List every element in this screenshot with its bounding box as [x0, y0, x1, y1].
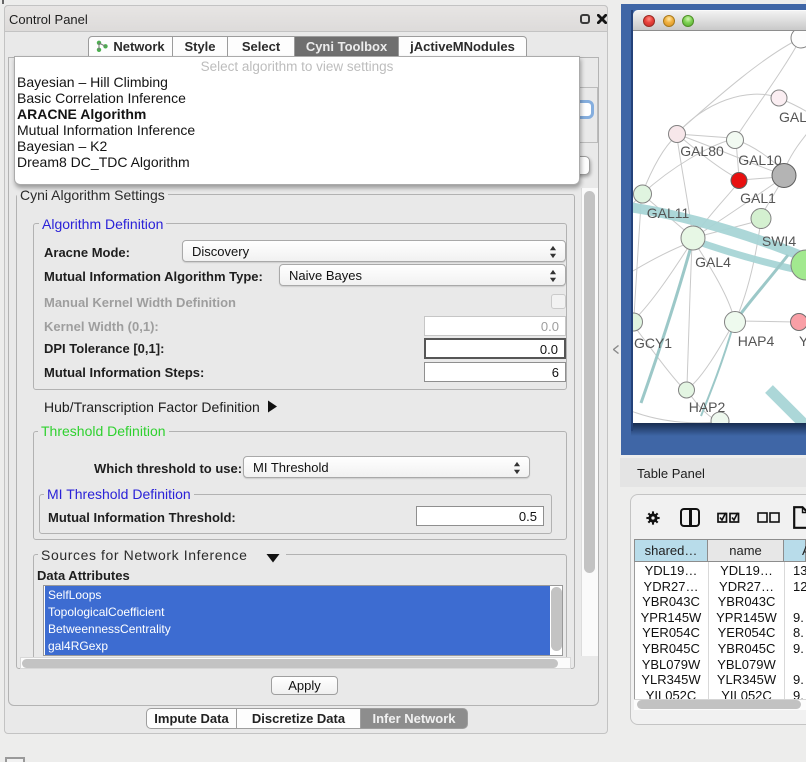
svg-text:SWI4: SWI4: [762, 233, 796, 249]
svg-text:YM: YM: [799, 333, 806, 349]
svg-text:GCY1: GCY1: [634, 335, 672, 351]
svg-text:HAP2: HAP2: [689, 399, 726, 415]
svg-text:GAL10: GAL10: [738, 152, 782, 168]
svg-text:HAP4: HAP4: [738, 333, 775, 349]
svg-text:GAL7: GAL7: [779, 109, 806, 125]
svg-text:GAL1: GAL1: [740, 190, 776, 206]
svg-text:GAL4: GAL4: [695, 254, 731, 270]
svg-text:GAL11: GAL11: [647, 205, 690, 221]
svg-text:GAL80: GAL80: [680, 143, 724, 159]
